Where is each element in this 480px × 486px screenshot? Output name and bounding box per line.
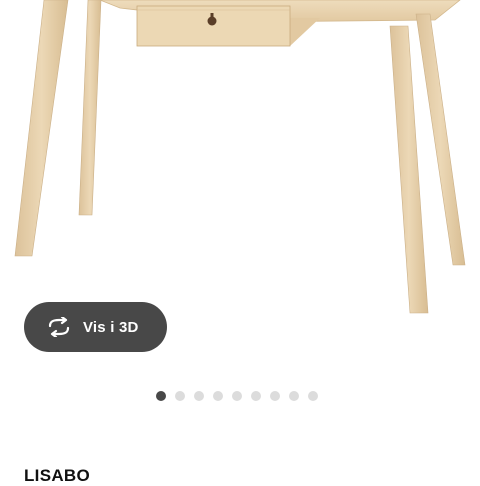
rotate-3d-icon	[46, 315, 72, 339]
view-in-3d-label: Vis i 3D	[83, 318, 139, 336]
carousel-dot[interactable]	[213, 391, 223, 401]
carousel-dot[interactable]	[232, 391, 242, 401]
carousel-dot[interactable]	[289, 391, 299, 401]
carousel-dot[interactable]	[175, 391, 185, 401]
carousel-dot[interactable]	[251, 391, 261, 401]
carousel-dot[interactable]	[156, 391, 166, 401]
product-image-desk	[14, 0, 466, 314]
carousel-dot[interactable]	[308, 391, 318, 401]
view-in-3d-button[interactable]: Vis i 3D	[24, 302, 167, 352]
image-carousel-indicator	[156, 391, 318, 401]
product-name: LISABO	[24, 466, 91, 485]
carousel-dot[interactable]	[270, 391, 280, 401]
carousel-dot[interactable]	[194, 391, 204, 401]
